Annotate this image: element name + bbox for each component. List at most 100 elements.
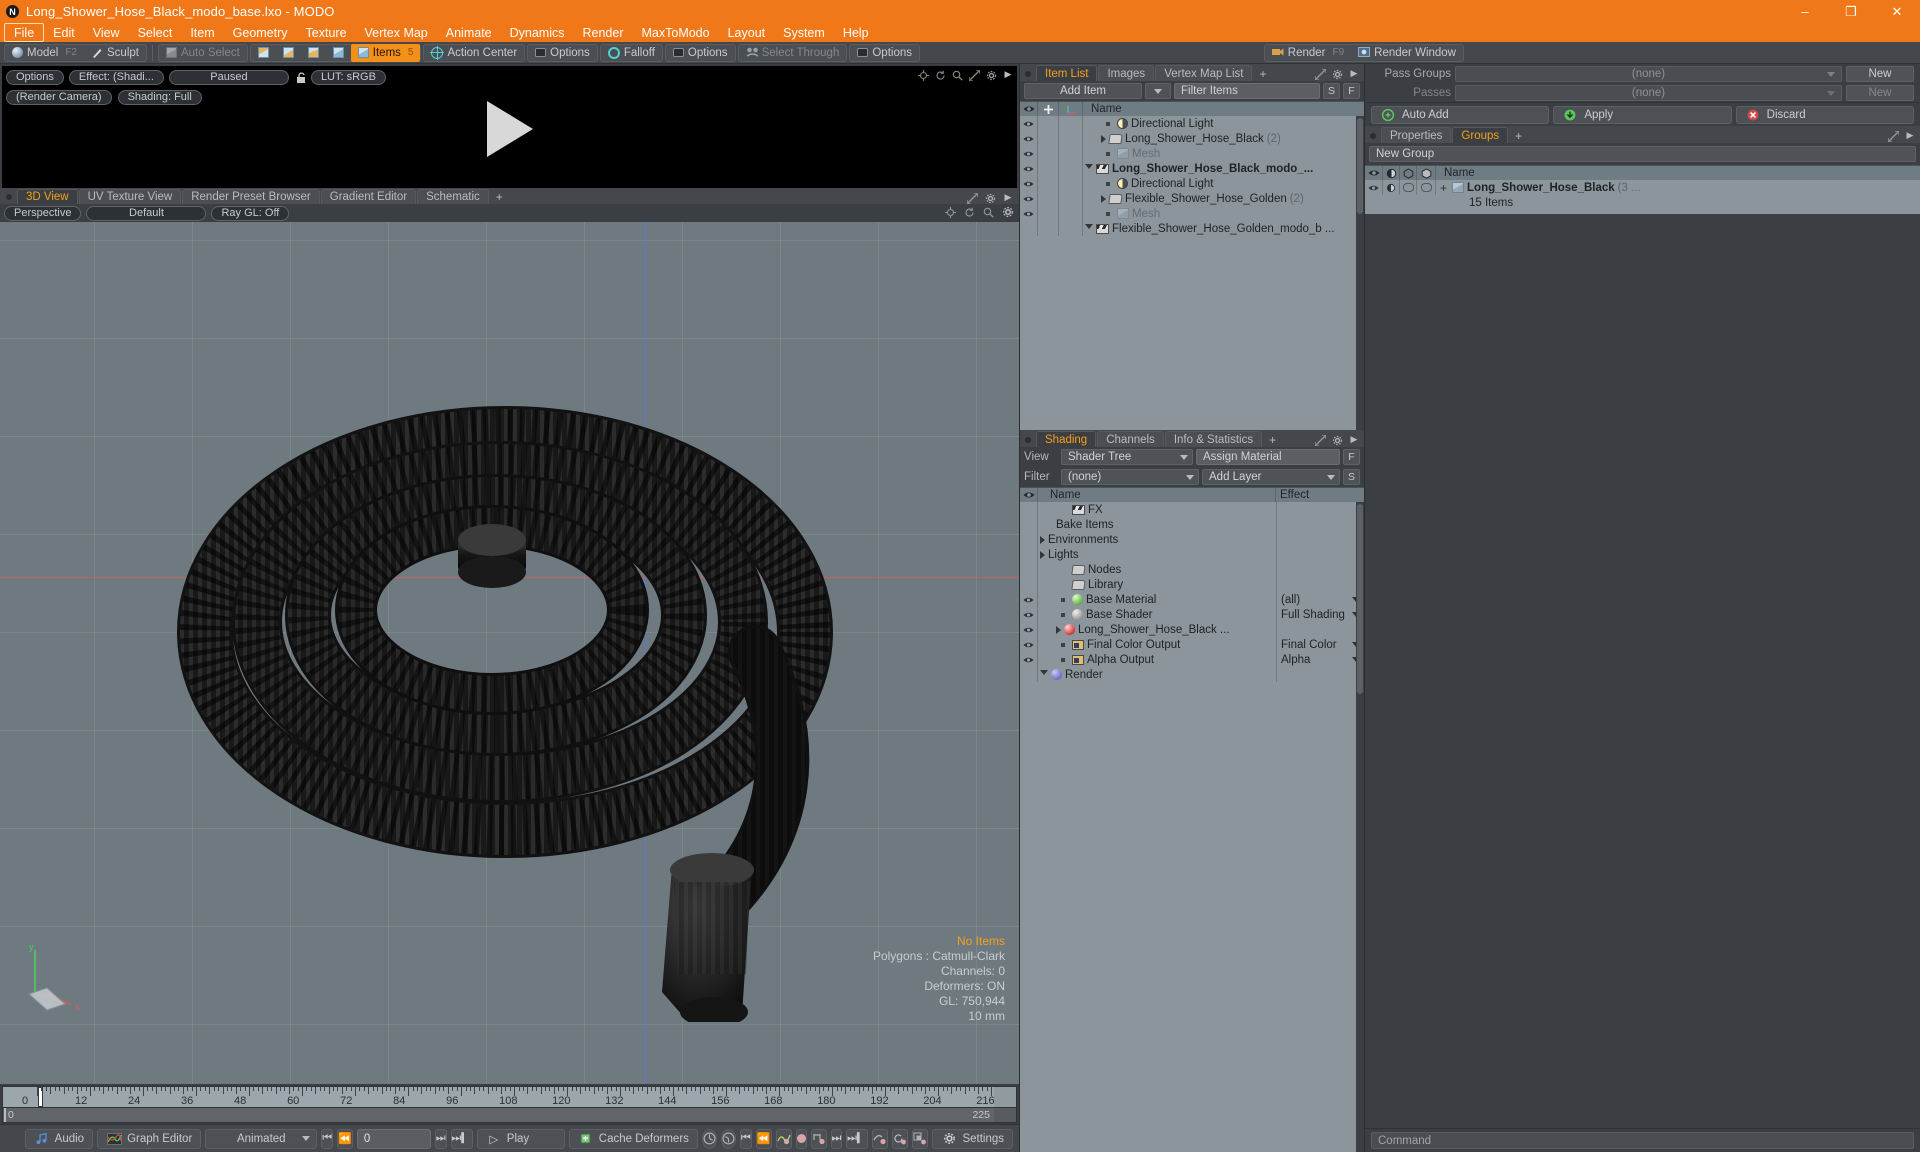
twirl-right-icon[interactable]	[1101, 134, 1106, 143]
row-name-cell[interactable]: Nodes	[1038, 562, 1276, 577]
render-camera-button[interactable]: (Render Camera)	[6, 89, 112, 105]
row-effect-cell[interactable]	[1276, 562, 1364, 577]
group-visibility-toggle[interactable]	[1365, 180, 1383, 195]
falloff-options-button[interactable]: Options	[666, 44, 735, 62]
table-row[interactable]: Alpha Output Alpha	[1020, 652, 1364, 667]
menu-select[interactable]: Select	[129, 23, 182, 42]
shading-list-body[interactable]: FX Bake Items Environments Lights Nodes Libra…	[1020, 502, 1364, 1152]
cycle-key-button[interactable]	[892, 1128, 909, 1149]
row-lock-cell[interactable]	[1038, 206, 1059, 221]
items-mode-button[interactable]: Items 5	[350, 43, 421, 62]
row-effect-cell[interactable]	[1276, 517, 1364, 532]
render-button[interactable]: Render F9	[1265, 44, 1351, 62]
row-name-cell[interactable]: Mesh	[1083, 206, 1364, 221]
row-visibility-toggle[interactable]	[1020, 502, 1038, 517]
tab-vertex-map-list[interactable]: Vertex Map List	[1155, 65, 1253, 81]
groups-add-tab-button[interactable]: +	[1509, 128, 1528, 143]
twirl-right-icon[interactable]	[1056, 625, 1061, 634]
search-icon[interactable]	[983, 206, 994, 218]
next-key-button[interactable]: ⏭	[830, 1128, 843, 1149]
twirl-right-icon[interactable]	[1040, 550, 1045, 559]
unlock-icon[interactable]	[294, 71, 306, 83]
row-visibility-toggle[interactable]	[1020, 562, 1038, 577]
curve-key-button[interactable]	[872, 1128, 889, 1149]
pane-menu-arrow-icon[interactable]: ▶	[1003, 69, 1013, 80]
groups-list-body[interactable]: + Long_Shower_Hose_Black (3 ... 15 Items	[1365, 180, 1920, 214]
row-visibility-toggle[interactable]	[1020, 146, 1038, 161]
shading-f-button[interactable]: F	[1343, 449, 1360, 465]
menu-view[interactable]: View	[84, 23, 129, 42]
prev-key-first-button[interactable]: ⏮	[739, 1128, 752, 1149]
tab-shading[interactable]: Shading	[1036, 431, 1097, 447]
render-window-button[interactable]: Render Window	[1351, 44, 1463, 62]
table-row[interactable]: Long_Shower_Hose_Black_modo_...	[1020, 161, 1364, 176]
pane-menu-arrow-icon[interactable]: ▶	[1349, 434, 1359, 445]
tab-schematic[interactable]: Schematic	[417, 189, 489, 204]
table-row[interactable]: Library	[1020, 577, 1364, 592]
row-lock-cell[interactable]	[1038, 176, 1059, 191]
row-visibility-toggle[interactable]	[1020, 622, 1038, 637]
assign-material-button[interactable]: Assign Material	[1196, 449, 1340, 465]
checkbox-icon[interactable]	[1420, 183, 1432, 192]
key-rotate-ccw-button[interactable]	[701, 1128, 717, 1149]
row-lock-cell[interactable]	[1038, 116, 1059, 131]
row-effect-cell[interactable]: Alpha	[1276, 652, 1364, 667]
minimize-button[interactable]: –	[1782, 0, 1828, 23]
row-visibility-toggle[interactable]	[1020, 221, 1038, 236]
table-row[interactable]: Bake Items	[1020, 517, 1364, 532]
table-row[interactable]: Nodes	[1020, 562, 1364, 577]
shading-add-tab-button[interactable]: +	[1263, 432, 1282, 447]
graph-editor-button[interactable]: Graph Editor	[97, 1128, 202, 1149]
table-row[interactable]: Environments	[1020, 532, 1364, 547]
gear-icon[interactable]	[1332, 434, 1343, 446]
render-effect-button[interactable]: Effect: (Shadi...	[68, 69, 164, 85]
twirl-down-icon[interactable]	[1040, 670, 1048, 679]
action-center-button[interactable]: Action Center	[424, 44, 524, 62]
tab-info-statistics[interactable]: Info & Statistics	[1164, 431, 1263, 447]
row-effect-cell[interactable]: Final Color	[1276, 637, 1364, 652]
group-row-name[interactable]: + Long_Shower_Hose_Black (3 ...	[1436, 181, 1920, 195]
item-list-f-button[interactable]: F	[1343, 83, 1360, 99]
item-list-body[interactable]: Directional Light Long_Shower_Hose_Black(…	[1020, 116, 1364, 430]
row-visibility-toggle[interactable]	[1020, 532, 1038, 547]
settings-button[interactable]: Settings	[932, 1128, 1013, 1149]
row-name-cell[interactable]: Bake Items	[1038, 517, 1276, 532]
maximize-pane-icon[interactable]	[1314, 68, 1327, 81]
gear-icon[interactable]	[986, 69, 997, 81]
row-visibility-toggle[interactable]	[1020, 547, 1038, 562]
row-visibility-toggle[interactable]	[1020, 161, 1038, 176]
menu-layout[interactable]: Layout	[719, 23, 775, 42]
row-visibility-toggle[interactable]	[1020, 577, 1038, 592]
row-name-cell[interactable]: Final Color Output	[1038, 637, 1276, 652]
item-list-s-button[interactable]: S	[1323, 83, 1340, 99]
row-transform-cell[interactable]	[1059, 176, 1083, 191]
pane-menu-arrow-icon[interactable]: ▶	[1905, 130, 1915, 141]
row-transform-cell[interactable]	[1059, 191, 1083, 206]
play-button[interactable]: ▷ Play	[476, 1128, 565, 1149]
add-item-button[interactable]: Add Item	[1024, 83, 1142, 99]
ray-gl-button[interactable]: Ray GL: Off	[211, 205, 290, 221]
tab-groups[interactable]: Groups	[1452, 127, 1509, 143]
shading-s-button[interactable]: S	[1343, 469, 1360, 485]
tab-properties[interactable]: Properties	[1381, 127, 1452, 143]
go-to-start-button[interactable]: ⏮	[321, 1128, 334, 1149]
row-effect-cell[interactable]: (all)	[1276, 592, 1364, 607]
shading-list-scrollbar[interactable]	[1356, 502, 1364, 1152]
maximize-pane-icon[interactable]	[1314, 434, 1327, 447]
row-name-cell[interactable]: Render	[1038, 669, 1276, 681]
viewport-add-tab-button[interactable]: +	[490, 189, 509, 204]
passes-new-button[interactable]: New	[1846, 84, 1914, 101]
table-row[interactable]: Flexible_Shower_Hose_Golden (2)	[1020, 191, 1364, 206]
row-name-cell[interactable]: Mesh	[1083, 146, 1364, 161]
filter-items-input[interactable]: Filter Items	[1174, 83, 1320, 99]
row-visibility-toggle[interactable]	[1020, 206, 1038, 221]
render-shading-button[interactable]: Shading: Full	[117, 89, 202, 105]
move-icon[interactable]	[945, 206, 956, 218]
step-forward-button[interactable]: ⏭	[434, 1128, 447, 1149]
pane-menu-arrow-icon[interactable]: ▶	[1349, 68, 1359, 79]
groups-list-item[interactable]: + Long_Shower_Hose_Black (3 ...	[1365, 180, 1920, 195]
row-name-cell[interactable]: Base Shader	[1038, 607, 1276, 622]
lut-button[interactable]: LUT: sRGB	[310, 69, 386, 85]
discard-button[interactable]: Discard	[1735, 105, 1914, 124]
menu-animate[interactable]: Animate	[437, 23, 501, 42]
